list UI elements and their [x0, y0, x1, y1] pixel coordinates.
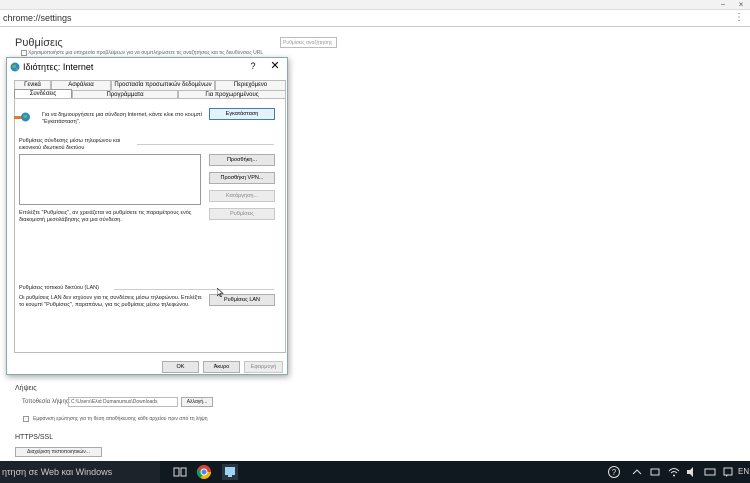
cancel-button[interactable]: Άκυρο	[203, 361, 240, 373]
taskbar: ητηση σε Web και Windows ? EN	[0, 461, 750, 483]
add-button[interactable]: Προσθήκη...	[209, 154, 275, 166]
dialog-title-bar[interactable]: Ιδιότητες: Internet ? ✕	[7, 58, 287, 76]
apply-button[interactable]: Εφαρμογή	[244, 361, 283, 373]
task-view-icon[interactable]	[172, 464, 188, 480]
dialog-close-button[interactable]: ✕	[269, 60, 281, 72]
internet-properties-taskbar-icon[interactable]	[222, 464, 238, 480]
connections-panel	[14, 98, 286, 353]
mouse-cursor-icon	[217, 288, 224, 297]
manage-certificates-button[interactable]: Διαχείριση πιστοποιητικών...	[15, 447, 102, 457]
volume-icon[interactable]	[686, 466, 698, 478]
tab-content[interactable]: Περιεχόμενο	[215, 80, 286, 90]
wifi-icon[interactable]	[668, 466, 680, 478]
dialup-description: Επιλέξτε "Ρυθμίσεις", αν χρειάζεται να ρ…	[19, 210, 192, 223]
help-button[interactable]: ?	[247, 61, 259, 71]
ok-button[interactable]: OK	[162, 361, 199, 373]
lan-heading: Ρυθμίσεις τοπικού δικτύου (LAN)	[19, 285, 99, 291]
setup-description: Για να δημιουργήσετε μια σύνδεση Interne…	[42, 112, 202, 125]
help-tray-icon[interactable]: ?	[608, 466, 620, 478]
browser-title-bar: − ×	[0, 0, 750, 10]
menu-icon[interactable]: ⋮	[734, 12, 744, 23]
setup-button[interactable]: Εγκατάσταση	[209, 108, 275, 120]
taskbar-search-box[interactable]: ητηση σε Web και Windows	[0, 461, 160, 483]
prediction-checkbox[interactable]	[21, 50, 27, 56]
lan-description: Οι ρυθμίσεις LAN δεν ισχύουν για τις συν…	[19, 295, 202, 308]
connections-list[interactable]	[19, 154, 201, 205]
change-location-button[interactable]: Αλλαγή...	[181, 397, 213, 407]
close-window-button[interactable]: ×	[734, 0, 748, 10]
keyboard-icon[interactable]	[704, 466, 716, 478]
download-location-field[interactable]: C:\Users\Ελιά Dumanumus\Downloads	[68, 397, 178, 407]
network-setup-icon	[14, 112, 30, 122]
download-location-label: Τοποθεσία λήψης:	[22, 399, 71, 405]
chevron-up-icon[interactable]	[631, 466, 643, 478]
dialup-settings-button[interactable]: Ρυθμίσεις	[209, 208, 275, 220]
svg-text:?: ?	[612, 468, 617, 477]
prediction-label: Χρησιμοποιήστε μια υπηρεσία προβλέψεων γ…	[28, 50, 264, 56]
downloads-heading: Λήψεις	[15, 385, 37, 392]
chrome-icon[interactable]	[196, 464, 212, 480]
dialog-title: Ιδιότητες: Internet	[23, 62, 94, 72]
network-tray-icon[interactable]	[650, 466, 662, 478]
lan-divider	[114, 289, 274, 290]
ask-location-checkbox[interactable]	[23, 416, 29, 422]
notifications-icon[interactable]	[722, 466, 734, 478]
tab-privacy[interactable]: Προστασία προσωπικών δεδομένων	[111, 80, 215, 90]
ssl-heading: HTTPS/SSL	[15, 434, 54, 441]
dialup-heading: Ρυθμίσεις σύνδεσης μέσω τηλεφώνου και ει…	[19, 138, 121, 151]
add-vpn-button[interactable]: Προσθήκη VPN...	[209, 172, 275, 184]
page-title: Ρυθμίσεις	[15, 37, 63, 49]
ask-location-label: Εμφάνιση ερώτησης για τη θέση αποθήκευση…	[33, 416, 208, 422]
settings-search-input[interactable]: Ρυθμίσεις αναζήτησης	[280, 37, 337, 48]
language-indicator[interactable]: EN	[738, 467, 749, 476]
minimize-button[interactable]: −	[716, 0, 730, 10]
url-text[interactable]: chrome://settings	[3, 13, 72, 23]
dialup-divider	[137, 144, 274, 145]
remove-button[interactable]: Κατάργηση...	[209, 190, 275, 202]
address-bar[interactable]: chrome://settings ⋮	[0, 10, 750, 27]
globe-icon	[10, 62, 20, 72]
